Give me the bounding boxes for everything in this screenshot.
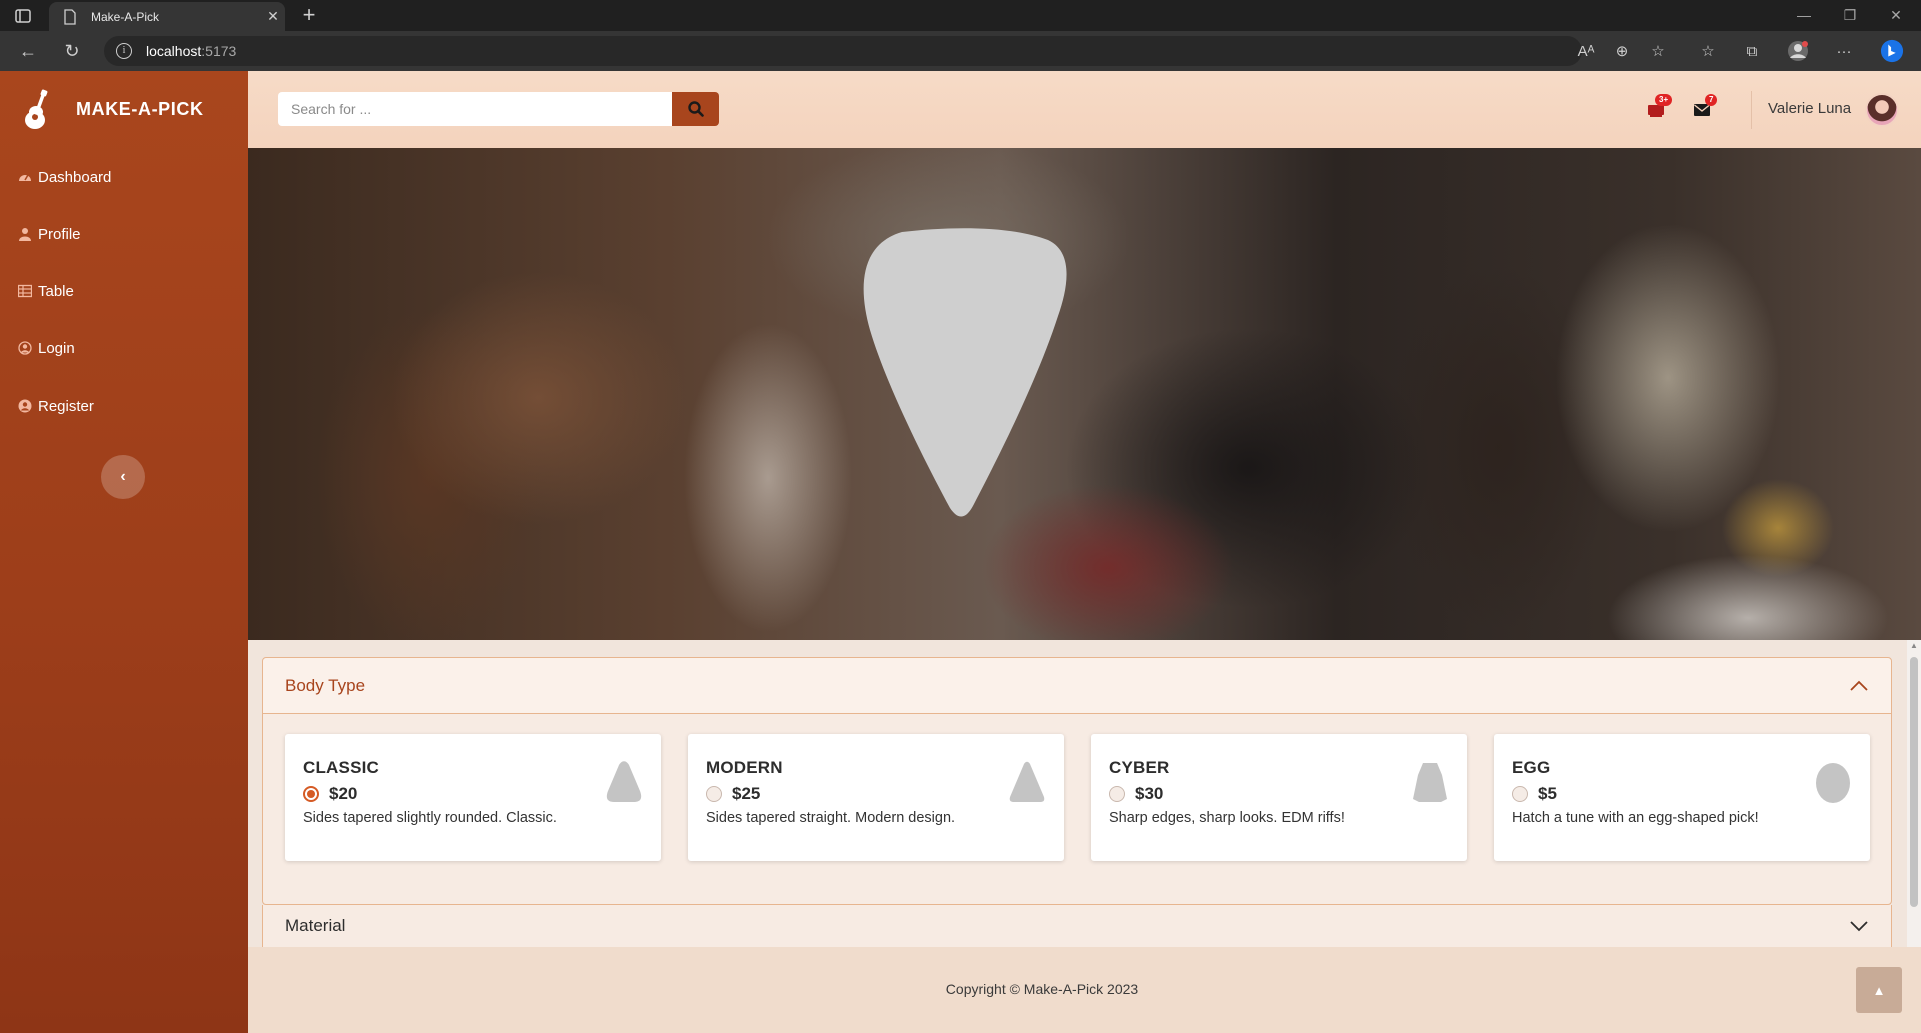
- tab-actions-icon[interactable]: [14, 8, 34, 24]
- option-card-cyber[interactable]: CYBER $30 Sharp edges, sharp looks. EDM …: [1091, 734, 1467, 861]
- more-icon[interactable]: ···: [1832, 39, 1856, 63]
- user-circle-icon: [18, 341, 32, 355]
- material-title: Material: [285, 916, 346, 935]
- guitar-icon: [25, 89, 48, 129]
- modern-pick-icon: [1009, 761, 1045, 802]
- option-price: $20: [329, 784, 358, 803]
- user-name[interactable]: Valerie Luna: [1768, 100, 1851, 117]
- option-card-egg[interactable]: EGG $5 Hatch a tune with an egg-shaped p…: [1494, 734, 1870, 861]
- url-host: localhost: [146, 43, 202, 59]
- body-type-options: CLASSIC $20 Sides tapered slightly round…: [285, 734, 1871, 861]
- footer: Copyright © Make-A-Pick 2023 ▲: [248, 947, 1921, 1033]
- option-price: $30: [1135, 784, 1164, 803]
- close-tab-icon[interactable]: ✕: [261, 8, 285, 25]
- sidebar-item-profile[interactable]: Profile: [0, 214, 248, 254]
- guitar-pick-preview: [863, 228, 1067, 517]
- url-port: :5173: [201, 43, 237, 59]
- tab-title: Make-A-Pick: [91, 9, 160, 24]
- messages-badge: 7: [1705, 94, 1718, 106]
- browser-toolbar: ← ↻ i localhost:5173 Aᴬ ⊕ ☆ ☆ ⧉ ···: [0, 31, 1921, 71]
- cyber-pick-icon: [1413, 763, 1447, 802]
- option-description: Sharp edges, sharp looks. EDM riffs!: [1109, 810, 1345, 826]
- sidebar-item-login[interactable]: Login: [0, 328, 248, 368]
- minimize-icon[interactable]: —: [1781, 0, 1827, 31]
- option-name: MODERN: [706, 758, 783, 777]
- browser-titlebar: Make-A-Pick ✕ + — ❐ ✕: [0, 0, 1921, 31]
- gauge-icon: [18, 170, 32, 184]
- profile-icon[interactable]: [1786, 39, 1810, 63]
- sidebar-item-table[interactable]: Table: [0, 271, 248, 311]
- copyright-text: Copyright © Make-A-Pick 2023: [945, 981, 1139, 997]
- sidebar: MAKE-A-PICK Dashboard Profile Table Logi…: [0, 71, 248, 1033]
- read-aloud-icon[interactable]: Aᴬ: [1574, 39, 1598, 63]
- back-icon[interactable]: ←: [16, 39, 40, 63]
- chevron-up-icon: ▲: [1872, 982, 1886, 998]
- sidebar-item-label: Register: [38, 397, 94, 415]
- close-window-icon[interactable]: ✕: [1873, 0, 1919, 31]
- material-header[interactable]: Material: [262, 905, 1892, 947]
- info-icon[interactable]: i: [116, 43, 132, 59]
- topbar: 3+ 7 Valerie Luna: [248, 71, 1921, 148]
- content-scrollbar[interactable]: ▲: [1907, 640, 1921, 947]
- collections-icon[interactable]: ⧉: [1740, 39, 1764, 63]
- scroll-to-top-button[interactable]: ▲: [1856, 967, 1902, 1013]
- options-panel: Body Type CLASSIC $20 Sides tapered slig…: [248, 640, 1907, 947]
- sidebar-item-label: Login: [38, 339, 75, 357]
- copilot-icon[interactable]: [1880, 39, 1904, 63]
- option-card-modern[interactable]: MODERN $25 Sides tapered straight. Moder…: [688, 734, 1064, 861]
- scroll-up-icon[interactable]: ▲: [1910, 642, 1918, 650]
- sidebar-item-label: Dashboard: [38, 168, 112, 186]
- add-favorite-icon[interactable]: ☆: [1646, 39, 1670, 63]
- scroll-thumb[interactable]: [1910, 657, 1918, 907]
- option-description: Sides tapered straight. Modern design.: [706, 810, 956, 826]
- option-radio-modern[interactable]: [706, 786, 722, 802]
- browser-tab[interactable]: Make-A-Pick ✕: [49, 2, 285, 31]
- sidebar-item-dashboard[interactable]: Dashboard: [0, 157, 248, 197]
- topbar-divider: [1751, 91, 1752, 129]
- alerts-badge: 3+: [1655, 94, 1673, 106]
- user-icon: [18, 227, 32, 241]
- option-name: CYBER: [1109, 758, 1170, 777]
- body-type-section: Body Type CLASSIC $20 Sides tapered slig…: [262, 657, 1892, 905]
- avatar[interactable]: [1865, 93, 1899, 127]
- option-radio-cyber[interactable]: [1109, 786, 1125, 802]
- option-radio-classic[interactable]: [303, 786, 319, 802]
- brand-name: MAKE-A-PICK: [76, 99, 204, 119]
- sidebar-item-register[interactable]: Register: [0, 386, 248, 426]
- sidebar-item-label: Table: [38, 282, 74, 300]
- option-price: $25: [732, 784, 761, 803]
- option-description: Sides tapered slightly rounded. Classic.: [303, 810, 557, 826]
- restore-icon[interactable]: ❐: [1827, 0, 1873, 31]
- option-name: CLASSIC: [303, 758, 380, 777]
- sidebar-item-label: Profile: [38, 225, 81, 243]
- pick-preview: [248, 148, 1921, 640]
- brand-link[interactable]: MAKE-A-PICK: [0, 71, 248, 148]
- alerts-button[interactable]: 3+: [1641, 94, 1673, 125]
- new-tab-button[interactable]: +: [297, 3, 321, 27]
- chevron-left-icon: ‹: [120, 468, 126, 485]
- favorites-icon[interactable]: ☆: [1696, 39, 1720, 63]
- body-type-title: Body Type: [285, 675, 366, 695]
- chevron-down-icon: [1850, 921, 1868, 932]
- option-name: EGG: [1512, 758, 1551, 777]
- option-description: Hatch a tune with an egg-shaped pick!: [1512, 810, 1759, 826]
- egg-pick-icon: [1816, 763, 1850, 803]
- body-type-header[interactable]: Body Type: [263, 658, 1891, 714]
- sidebar-toggle-button[interactable]: ‹: [101, 455, 145, 499]
- search-input[interactable]: [278, 92, 673, 126]
- search-icon: [687, 101, 704, 117]
- option-radio-egg[interactable]: [1512, 786, 1528, 802]
- classic-pick-icon: [606, 761, 642, 802]
- option-price: $5: [1538, 784, 1557, 803]
- messages-button[interactable]: 7: [1687, 94, 1718, 125]
- option-card-classic[interactable]: CLASSIC $20 Sides tapered slightly round…: [285, 734, 661, 861]
- page-icon: [63, 8, 77, 25]
- zoom-icon[interactable]: ⊕: [1610, 39, 1634, 63]
- chevron-up-icon: [1850, 680, 1868, 691]
- search-button[interactable]: [672, 92, 719, 126]
- table-icon: [18, 284, 32, 298]
- refresh-icon[interactable]: ↻: [60, 39, 84, 63]
- address-bar[interactable]: i localhost:5173: [104, 36, 1582, 66]
- user-circle-icon: [18, 399, 32, 413]
